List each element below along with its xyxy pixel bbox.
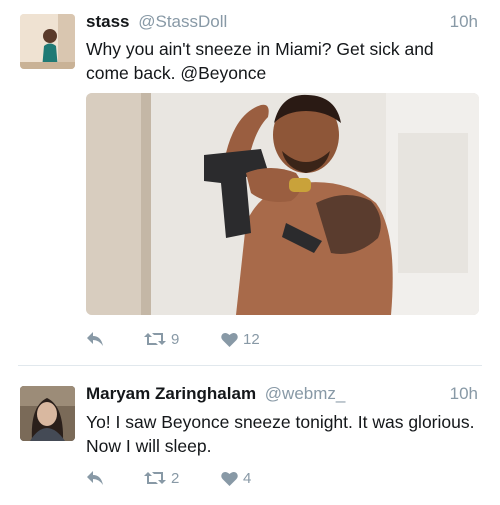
tweet-header: Maryam Zaringhalam @webmz_ 10h [86,384,478,408]
like-button[interactable]: 12 [221,328,260,350]
retweet-button[interactable]: 9 [144,328,179,350]
tweet-photo[interactable] [86,93,479,315]
retweet-button[interactable]: 2 [144,467,179,489]
timestamp[interactable]: 10h [450,384,478,404]
display-name[interactable]: Maryam Zaringhalam [86,384,256,403]
like-count: 4 [243,469,252,487]
timestamp[interactable]: 10h [450,12,478,32]
user-handle[interactable]: @StassDoll [138,12,227,31]
retweet-icon [144,333,166,345]
heart-icon [221,471,238,486]
tweet[interactable]: stass @StassDoll 10h Why you ain't sneez… [0,0,500,365]
retweet-count: 2 [171,469,180,487]
retweet-icon [144,472,166,484]
display-name[interactable]: stass [86,12,129,31]
reply-icon [87,471,103,485]
user-handle[interactable]: @webmz_ [265,384,346,403]
avatar[interactable] [20,386,75,441]
heart-icon [221,332,238,347]
avatar[interactable] [20,14,75,69]
tweet-text: Why you ain't sneeze in Miami? Get sick … [86,39,434,83]
tweet[interactable]: Maryam Zaringhalam @webmz_ 10h Yo! I saw… [0,366,500,505]
tweet-header: stass @StassDoll 10h [86,12,478,36]
reply-icon [87,332,103,346]
retweet-count: 9 [171,330,180,348]
reply-button[interactable] [86,328,104,350]
tweet-text: Yo! I saw Beyonce sneeze tonight. It was… [86,412,475,456]
like-count: 12 [243,330,260,348]
reply-button[interactable] [86,467,104,489]
like-button[interactable]: 4 [221,467,251,489]
